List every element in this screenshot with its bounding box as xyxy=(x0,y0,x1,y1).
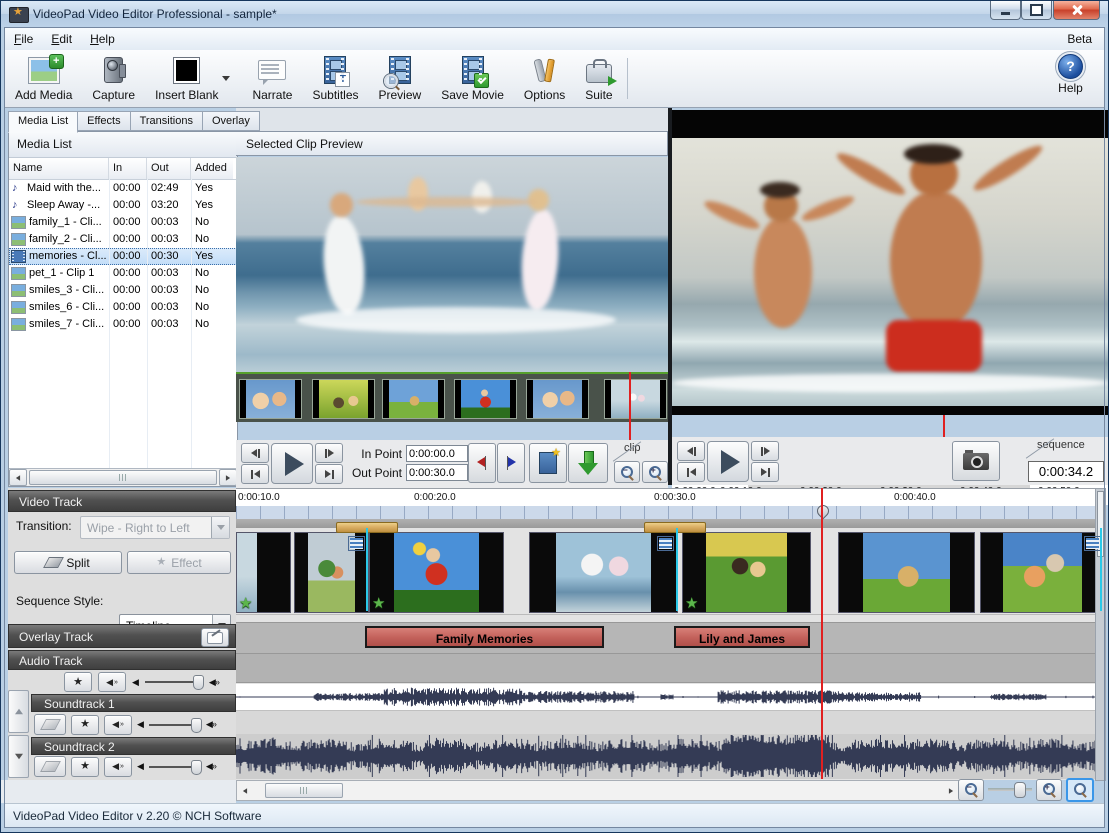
clip-menu-icon[interactable] xyxy=(657,536,674,551)
clip-edge-marker xyxy=(366,528,368,611)
timeline-playhead[interactable] xyxy=(821,488,823,779)
maximize-icon xyxy=(1030,4,1043,16)
transition-marker[interactable] xyxy=(644,522,706,533)
minimize-button[interactable] xyxy=(990,1,1021,20)
clip-playhead[interactable] xyxy=(629,372,631,440)
close-button[interactable] xyxy=(1053,1,1100,20)
clip-edge-marker xyxy=(676,528,678,611)
tab-overlay[interactable]: Overlay xyxy=(202,111,260,131)
effect-star-icon: ★ xyxy=(239,595,253,612)
clip-menu-icon[interactable] xyxy=(348,536,365,551)
tab-transitions[interactable]: Transitions xyxy=(130,111,203,131)
clip-menu-icon[interactable] xyxy=(1084,536,1101,551)
videopad-app: { "window": {"title": "VideoPad Video Ed… xyxy=(0,0,1109,833)
app-icon xyxy=(9,5,29,23)
clip-edge-marker xyxy=(1100,528,1102,611)
effect-star-icon: ★ xyxy=(372,595,386,612)
window-controls xyxy=(990,1,1100,20)
effect-star-icon: ★ xyxy=(685,595,699,612)
title-bar[interactable]: VideoPad Video Editor Professional - sam… xyxy=(1,1,1108,27)
minimize-icon xyxy=(1001,11,1010,15)
left-tab-strip: Media List Effects Transitions Overlay xyxy=(8,111,260,133)
window-title: VideoPad Video Editor Professional - sam… xyxy=(33,7,277,21)
close-icon xyxy=(1071,4,1083,16)
sequence-ruler-playhead[interactable] xyxy=(943,415,945,437)
tab-effects[interactable]: Effects xyxy=(78,111,131,131)
client-frame xyxy=(4,27,1105,828)
tab-media-list[interactable]: Media List xyxy=(8,111,79,133)
maximize-button[interactable] xyxy=(1021,1,1052,20)
